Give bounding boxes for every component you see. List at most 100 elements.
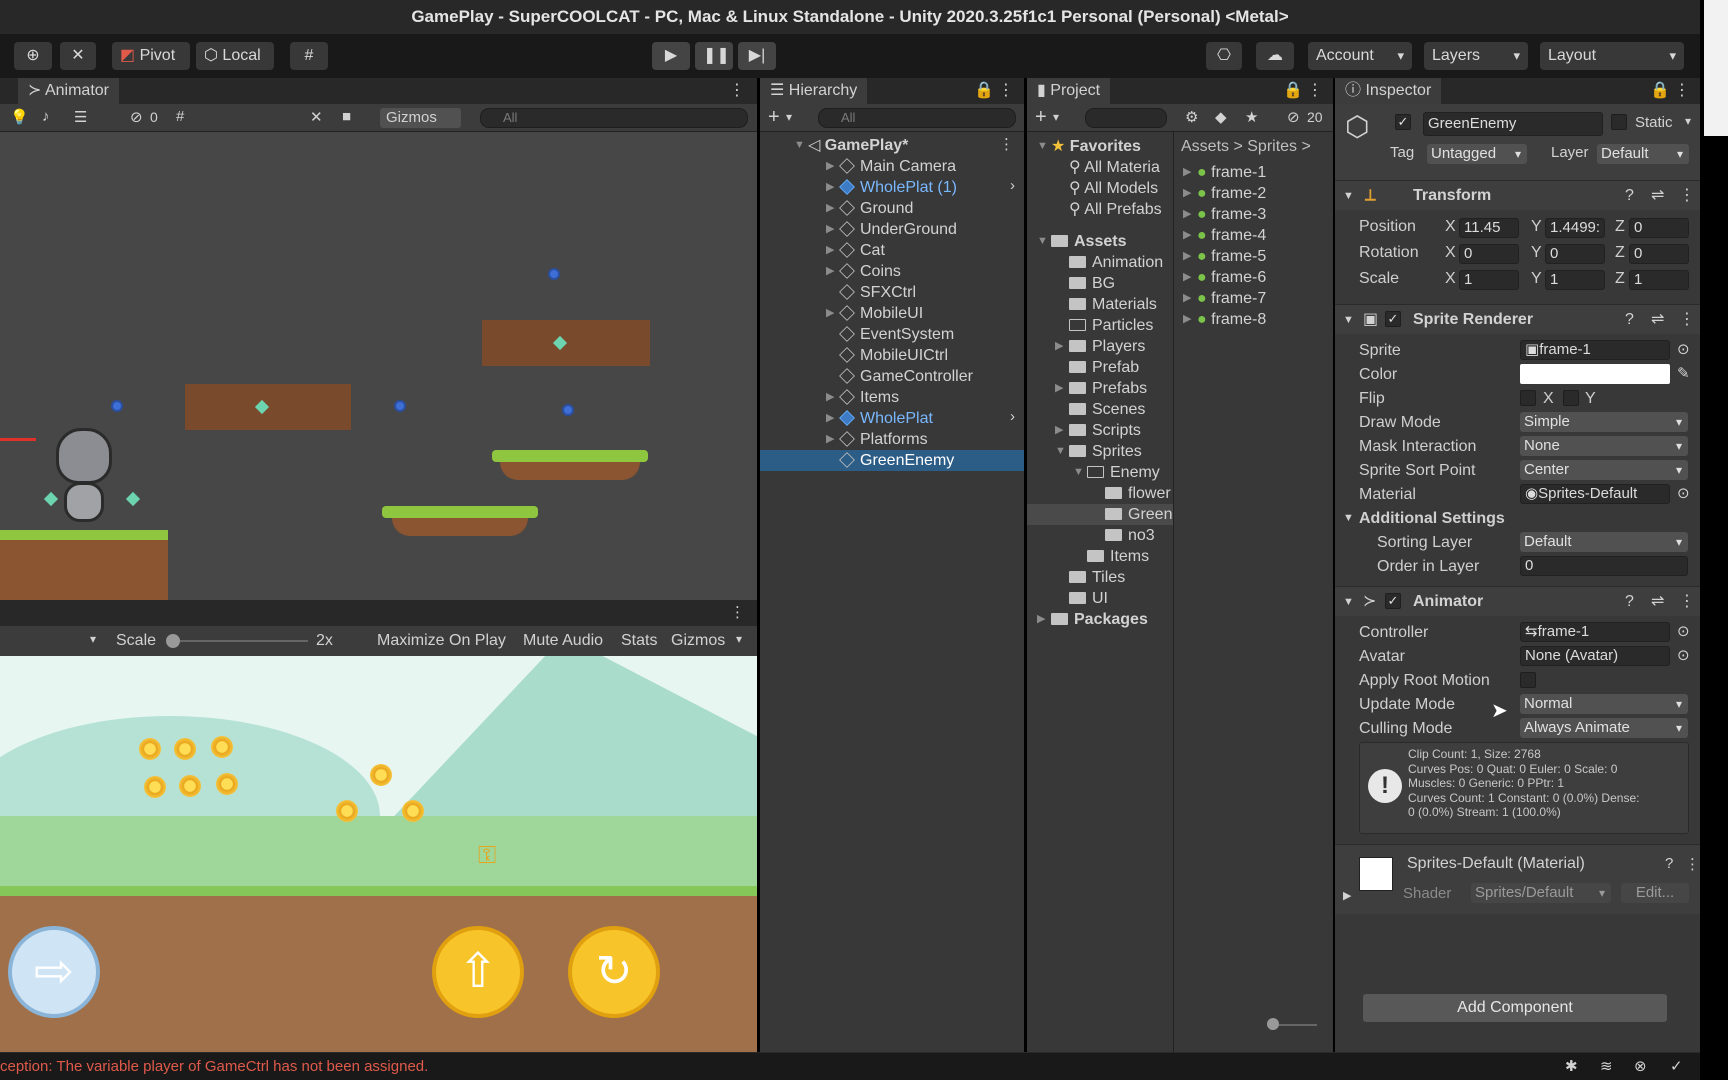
- layout-dropdown[interactable]: Layout: [1540, 42, 1684, 70]
- tag-dropdown[interactable]: Untagged: [1427, 144, 1527, 164]
- expand-arrow-icon[interactable]: ▶: [1055, 336, 1063, 357]
- expand-arrow-icon[interactable]: ▶: [826, 303, 834, 324]
- cloud-icon[interactable]: ☁: [1256, 42, 1294, 70]
- icon-size-slider-handle[interactable]: [1267, 1018, 1279, 1030]
- add-dropdown-icon[interactable]: ▾: [786, 110, 792, 124]
- collapse-arrow-icon[interactable]: ▼: [1343, 512, 1354, 524]
- maximize-on-play-button[interactable]: Maximize On Play: [377, 632, 506, 650]
- hierarchy-menu-icon[interactable]: ⋮: [998, 78, 1014, 104]
- expand-arrow-icon[interactable]: ▶: [1037, 609, 1045, 630]
- audio-icon[interactable]: ♪: [42, 108, 50, 125]
- network-icon[interactable]: ⊗: [1634, 1057, 1647, 1075]
- hierarchy-item[interactable]: ▶ WholePlat: [826, 408, 933, 429]
- gizmos-dropdown[interactable]: Gizmos: [380, 108, 461, 128]
- expand-arrow-icon[interactable]: ▶: [826, 198, 834, 219]
- hierarchy-item[interactable]: ▶ Platforms: [826, 429, 928, 450]
- expand-arrow-icon[interactable]: ▼: [1037, 231, 1048, 252]
- folder-item[interactable]: ▼ Enemy: [1073, 462, 1160, 483]
- expand-arrow-icon[interactable]: ▶: [1055, 378, 1063, 399]
- edit-shader-button[interactable]: Edit...: [1621, 883, 1689, 903]
- inspector-menu-icon[interactable]: ⋮: [1674, 78, 1690, 104]
- asset-item[interactable]: ▶ ● frame-5: [1183, 246, 1266, 267]
- folder-item[interactable]: ▼ Sprites: [1055, 441, 1142, 462]
- expand-arrow-icon[interactable]: ▼: [1037, 136, 1048, 157]
- hierarchy-item[interactable]: ▶ Ground: [826, 198, 913, 219]
- transform-header[interactable]: ▼ ⟂ Transform ? ⇌ ⋮: [1335, 180, 1700, 210]
- collapse-arrow-icon[interactable]: ▼: [1343, 587, 1354, 617]
- layers-dropdown[interactable]: Layers: [1424, 42, 1528, 70]
- favorite-star-icon[interactable]: ★: [1245, 108, 1258, 126]
- asset-item[interactable]: ▶ ● frame-2: [1183, 183, 1266, 204]
- grid-icon[interactable]: #: [176, 108, 184, 125]
- expand-arrow-icon[interactable]: ▼: [1073, 462, 1084, 483]
- asset-item[interactable]: ▶ ● frame-1: [1183, 162, 1266, 183]
- asset-item[interactable]: ▶ ● frame-8: [1183, 309, 1266, 330]
- lock-icon[interactable]: 🔒: [1283, 78, 1303, 104]
- scale-y-field[interactable]: 1: [1545, 270, 1605, 290]
- folder-item[interactable]: BG: [1069, 273, 1115, 294]
- presets-icon[interactable]: ⇌: [1651, 181, 1664, 211]
- restart-button-icon[interactable]: ↻: [568, 926, 660, 1018]
- favorites-header[interactable]: ▼ ★ Favorites: [1037, 136, 1141, 157]
- project-split-divider[interactable]: [1173, 132, 1174, 1052]
- scene-root[interactable]: ▼ ◁ GamePlay*: [794, 135, 908, 156]
- hierarchy-item[interactable]: MobileUICtrl: [839, 345, 948, 366]
- scale-slider[interactable]: [170, 640, 308, 642]
- lock-icon[interactable]: 🔒: [1650, 78, 1670, 104]
- grid-snap-icon[interactable]: #: [290, 42, 328, 70]
- packages-header[interactable]: ▶ Packages: [1037, 609, 1148, 630]
- animator-header[interactable]: ▼ ≻ ✓ Animator ? ⇌ ⋮: [1335, 586, 1700, 616]
- folder-item[interactable]: UI: [1069, 588, 1108, 609]
- expand-arrow-icon[interactable]: ▶: [1183, 204, 1191, 225]
- asset-item[interactable]: ▶ ● frame-3: [1183, 204, 1266, 225]
- expand-arrow-icon[interactable]: ▶: [1183, 183, 1191, 204]
- folder-item[interactable]: ▶ Players: [1055, 336, 1145, 357]
- tab-hierarchy[interactable]: ☰ Hierarchy: [760, 78, 868, 104]
- static-dropdown-icon[interactable]: ▾: [1685, 114, 1691, 128]
- display-dropdown-icon[interactable]: ▾: [90, 632, 96, 646]
- tools-toggle-icon[interactable]: ✕: [310, 108, 323, 126]
- assets-header[interactable]: ▼ Assets: [1037, 231, 1126, 252]
- hierarchy-item[interactable]: SFXCtrl: [839, 282, 916, 303]
- shader-dropdown[interactable]: Sprites/Default: [1471, 883, 1611, 903]
- scene-viewport[interactable]: [0, 132, 757, 600]
- stats-button[interactable]: Stats: [621, 632, 657, 650]
- play-button[interactable]: ▶: [652, 42, 690, 70]
- update-mode-dropdown[interactable]: Normal: [1520, 694, 1688, 714]
- expand-arrow-icon[interactable]: ▶: [1183, 288, 1191, 309]
- folder-item[interactable]: Materials: [1069, 294, 1157, 315]
- hidden-packages-icon[interactable]: ⊘: [1287, 108, 1300, 126]
- eyedropper-icon[interactable]: ✎: [1677, 364, 1690, 382]
- favorite-item[interactable]: ⚲ All Models: [1069, 178, 1158, 199]
- hierarchy-search[interactable]: All: [818, 108, 1016, 128]
- filter-type-icon[interactable]: ⚙: [1185, 108, 1198, 126]
- tools-icon[interactable]: ✕: [60, 42, 96, 70]
- effects-icon[interactable]: ☰: [74, 108, 87, 126]
- favorite-item[interactable]: ⚲ All Prefabs: [1069, 199, 1162, 220]
- favorite-item[interactable]: ⚲ All Materia: [1069, 157, 1160, 178]
- hierarchy-item[interactable]: ▶ Items: [826, 387, 899, 408]
- expand-arrow-icon[interactable]: ▶: [826, 387, 834, 408]
- position-z-field[interactable]: 0: [1629, 218, 1689, 238]
- flip-y-checkbox[interactable]: [1563, 390, 1579, 406]
- expand-arrow-icon[interactable]: ▶: [826, 177, 834, 198]
- expand-arrow-icon[interactable]: ▼: [794, 135, 805, 156]
- rotation-z-field[interactable]: 0: [1629, 244, 1689, 264]
- game-menu-icon[interactable]: ⋮: [730, 603, 745, 621]
- global-icon[interactable]: ⊕: [14, 42, 52, 70]
- component-menu-icon[interactable]: ⋮: [1679, 181, 1695, 211]
- folder-item[interactable]: ▶ Prefabs: [1055, 378, 1147, 399]
- hierarchy-item[interactable]: ▶ WholePlat (1): [826, 177, 957, 198]
- hierarchy-item[interactable]: ▶ Coins: [826, 261, 901, 282]
- scale-x-field[interactable]: 1: [1459, 270, 1519, 290]
- apply-root-motion-checkbox[interactable]: [1520, 672, 1536, 688]
- layers-stack-icon[interactable]: ≋: [1600, 1057, 1613, 1075]
- hidden-icon[interactable]: ⊘: [130, 108, 143, 126]
- sprite-field[interactable]: ▣frame-1: [1520, 340, 1670, 360]
- scene-menu-icon[interactable]: ⋮: [999, 135, 1014, 153]
- object-picker-icon[interactable]: ⊙: [1677, 622, 1690, 640]
- additional-settings-label[interactable]: Additional Settings: [1359, 510, 1505, 528]
- hierarchy-item[interactable]: ▶ Main Camera: [826, 156, 956, 177]
- active-checkbox[interactable]: ✓: [1395, 114, 1411, 130]
- expand-arrow-icon[interactable]: ▶: [826, 156, 834, 177]
